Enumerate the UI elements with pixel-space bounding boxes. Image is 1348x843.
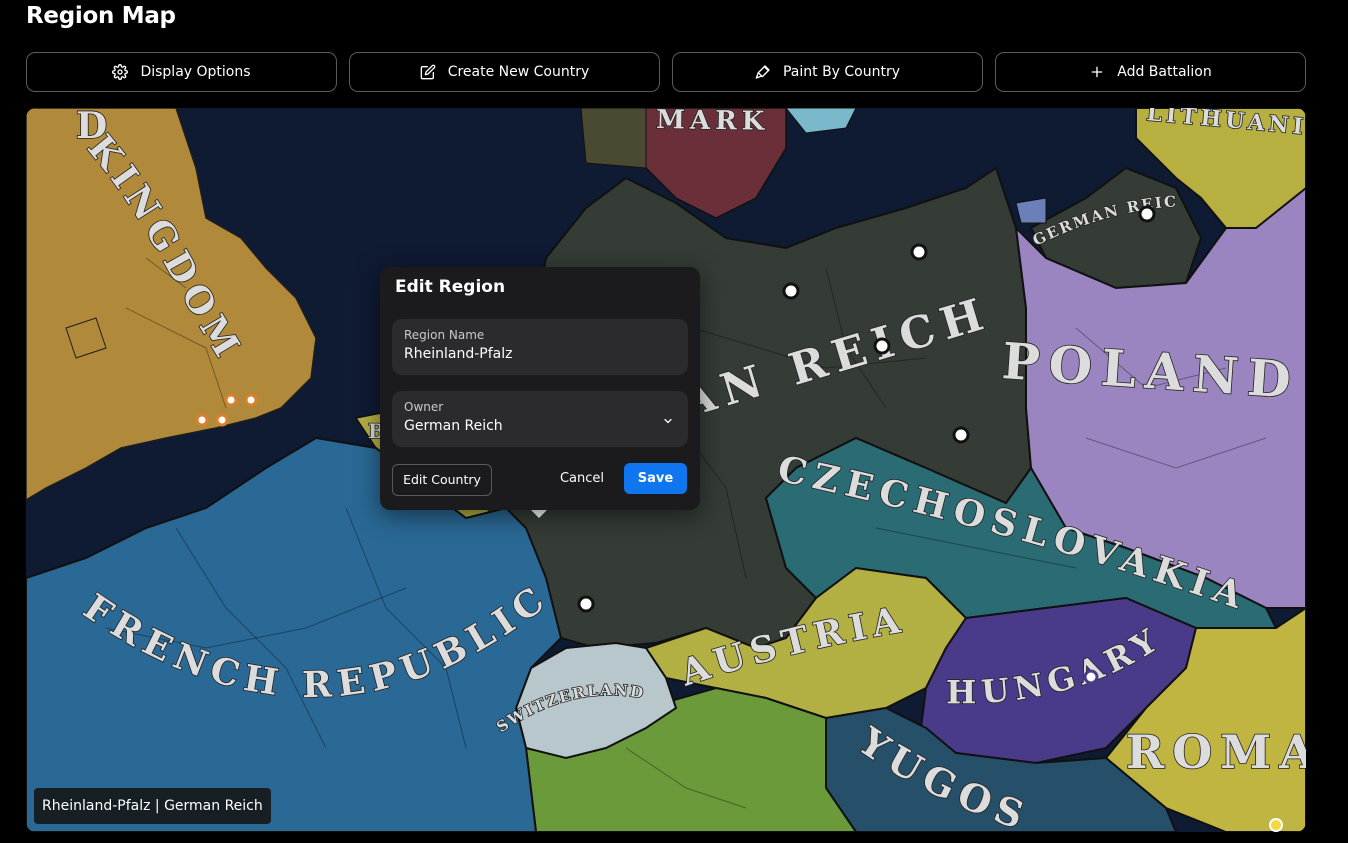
battalion-marker[interactable] [224, 393, 238, 407]
region-name-field[interactable]: Region Name Rheinland-Pfalz [392, 319, 688, 375]
label-romania: ROMA [1126, 725, 1306, 779]
page-title: Region Map [26, 3, 176, 29]
label-uk-fragment: D [76, 108, 107, 147]
edit-country-button[interactable]: Edit Country [392, 464, 492, 496]
battalion-marker[interactable] [1083, 669, 1099, 685]
display-options-label: Display Options [140, 64, 251, 80]
chevron-down-icon[interactable] [662, 412, 674, 424]
dialog-pointer [530, 509, 548, 518]
dialog-title: Edit Region [395, 277, 506, 297]
add-battalion-label: Add Battalion [1117, 64, 1212, 80]
hover-status: Rheinland-Pfalz | German Reich [34, 788, 271, 824]
label-denmark: MARK [656, 108, 770, 137]
battalion-marker[interactable] [952, 426, 970, 444]
battalion-marker[interactable] [873, 337, 891, 355]
paint-by-country-button[interactable]: Paint By Country [672, 52, 983, 92]
battalion-marker[interactable] [577, 595, 595, 613]
region-name-value[interactable]: Rheinland-Pfalz [404, 346, 512, 362]
battalion-marker[interactable] [244, 393, 258, 407]
create-new-country-button[interactable]: Create New Country [349, 52, 660, 92]
create-new-country-label: Create New Country [447, 64, 590, 80]
gear-icon [112, 64, 129, 80]
paint-brush-icon [755, 64, 771, 80]
battalion-marker[interactable] [195, 413, 209, 427]
battalion-marker[interactable] [1269, 818, 1283, 832]
edit-icon [420, 64, 436, 80]
region-danzig[interactable] [1015, 197, 1047, 224]
save-button[interactable]: Save [624, 463, 687, 494]
region-denmark-west[interactable] [580, 108, 647, 169]
cancel-button[interactable]: Cancel [556, 464, 608, 494]
display-options-button[interactable]: Display Options [26, 52, 337, 92]
region-name-label: Region Name [404, 328, 485, 342]
battalion-marker[interactable] [910, 243, 928, 261]
battalion-marker[interactable] [215, 413, 229, 427]
paint-by-country-label: Paint By Country [782, 64, 901, 80]
plus-icon [1089, 64, 1105, 80]
add-battalion-button[interactable]: Add Battalion [995, 52, 1306, 92]
battalion-marker[interactable] [1138, 205, 1156, 223]
owner-select[interactable]: Owner German Reich [392, 391, 688, 447]
owner-label: Owner [404, 400, 444, 414]
owner-value: German Reich [404, 418, 503, 434]
edit-region-dialog: Edit Region Region Name Rheinland-Pfalz … [380, 267, 700, 510]
battalion-marker[interactable] [782, 282, 800, 300]
toolbar: Display Options Create New Country Paint… [26, 52, 1306, 92]
